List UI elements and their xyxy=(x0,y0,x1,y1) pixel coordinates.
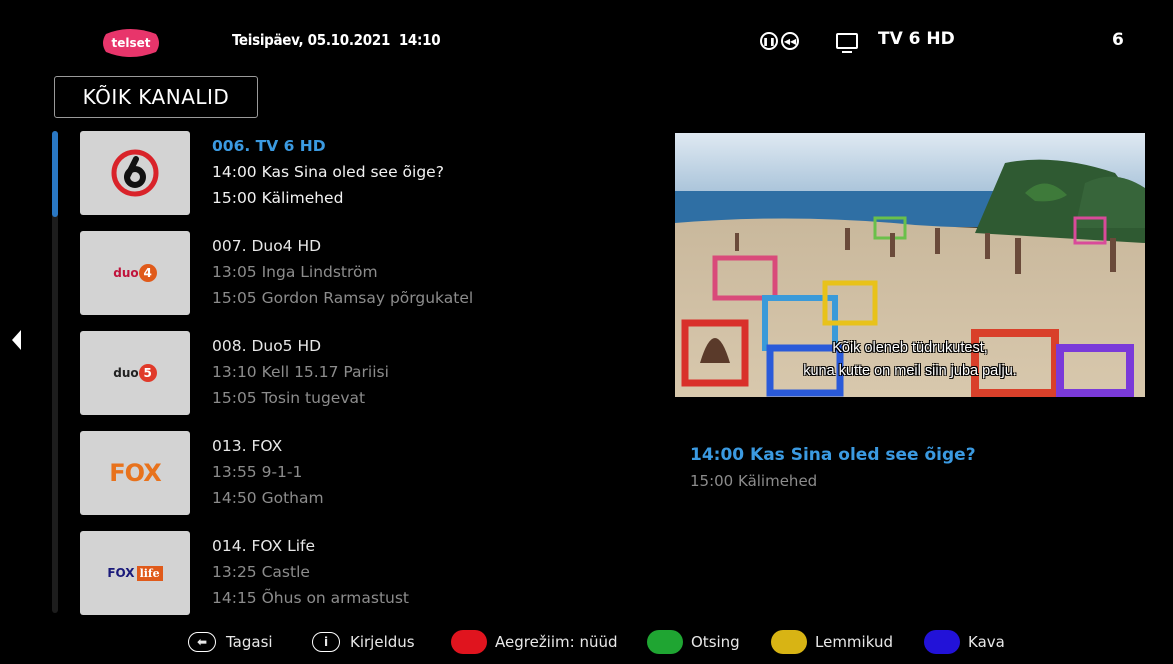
program-next: 14:15 Õhus on armastust xyxy=(212,589,410,607)
current-program-title: 14:00 Kas Sina oled see õige? xyxy=(690,445,976,465)
tv6-logo xyxy=(80,131,190,215)
program-next: 15:05 Tosin tugevat xyxy=(212,389,366,407)
fox-logo: FOX xyxy=(80,431,190,515)
beach-scene-image xyxy=(675,133,1145,397)
program-now: 13:25 Castle xyxy=(212,563,310,581)
program-next: 15:00 Kälimehed xyxy=(212,189,344,207)
description-label: Kirjeldus xyxy=(350,633,415,651)
telset-logo: telset xyxy=(100,26,162,60)
pause-icon: ❚❚ xyxy=(760,32,778,50)
red-button[interactable]: Aegrežiim: nüüd xyxy=(451,630,618,654)
current-channel-name: TV 6 HD xyxy=(878,29,955,49)
channel-name: 008. Duo5 HD xyxy=(212,337,322,355)
left-arrow-icon[interactable] xyxy=(12,330,21,350)
svg-text:telset: telset xyxy=(111,36,150,50)
channel-name: 014. FOX Life xyxy=(212,537,316,555)
program-now: 13:55 9-1-1 xyxy=(212,463,303,481)
program-now: 13:10 Kell 15.17 Pariisi xyxy=(212,363,389,381)
category-selector[interactable]: KÕIK KANALID xyxy=(54,76,258,118)
yellow-button-icon xyxy=(771,630,807,654)
info-icon: i xyxy=(312,632,340,652)
scrollbar-thumb[interactable] xyxy=(52,131,58,217)
subtitle-line-1: Kõik oleneb tüdrukutest, xyxy=(832,340,988,356)
program-next: 14:50 Gotham xyxy=(212,489,324,507)
green-button-label: Otsing xyxy=(691,633,740,651)
next-program-title: 15:00 Kälimehed xyxy=(690,472,818,490)
current-channel-number: 6 xyxy=(1112,30,1124,50)
back-button[interactable]: ⬅ Tagasi xyxy=(188,630,273,654)
green-button[interactable]: Otsing xyxy=(647,630,740,654)
yellow-button-label: Lemmikud xyxy=(815,633,893,651)
green-button-icon xyxy=(647,630,683,654)
channel-row[interactable]: FOX 013. FOX 13:55 9-1-1 14:50 Gotham xyxy=(80,431,640,515)
tv-icon xyxy=(836,33,858,53)
yellow-button[interactable]: Lemmikud xyxy=(771,630,893,654)
channel-row[interactable]: duo 5 008. Duo5 HD 13:10 Kell 15.17 Parii… xyxy=(80,331,640,415)
video-preview: Kõik oleneb tüdrukutest, kuna kutte on m… xyxy=(675,133,1145,397)
foxlife-logo: FOX life xyxy=(80,531,190,615)
red-button-label: Aegrežiim: nüüd xyxy=(495,633,618,651)
red-button-icon xyxy=(451,630,487,654)
blue-button[interactable]: Kava xyxy=(924,630,1005,654)
channel-row[interactable]: duo 4 007. Duo4 HD 13:05 Inga Lindström 1… xyxy=(80,231,640,315)
blue-button-icon xyxy=(924,630,960,654)
channel-row[interactable]: FOX life 014. FOX Life 13:25 Castle 14:15… xyxy=(80,531,640,615)
description-button[interactable]: i Kirjeldus xyxy=(312,630,415,654)
channel-name: 007. Duo4 HD xyxy=(212,237,322,255)
duo5-logo: duo 5 xyxy=(80,331,190,415)
channel-name: 013. FOX xyxy=(212,437,283,455)
subtitle-line-2: kuna kutte on meil siin juba palju. xyxy=(803,363,1017,379)
rewind-icon: ◀◀ xyxy=(781,32,799,50)
blue-button-label: Kava xyxy=(968,633,1005,651)
program-now: 14:00 Kas Sina oled see õige? xyxy=(212,163,444,181)
duo4-logo: duo 4 xyxy=(80,231,190,315)
channel-row[interactable]: 006. TV 6 HD 14:00 Kas Sina oled see õig… xyxy=(80,131,640,215)
back-arrow-icon: ⬅ xyxy=(188,632,216,652)
date-time: Teisipäev, 05.10.2021 14:10 xyxy=(232,31,441,49)
channel-name: 006. TV 6 HD xyxy=(212,137,326,155)
program-next: 15:05 Gordon Ramsay põrgukatel xyxy=(212,289,474,307)
program-now: 13:05 Inga Lindström xyxy=(212,263,378,281)
back-label: Tagasi xyxy=(226,633,273,651)
